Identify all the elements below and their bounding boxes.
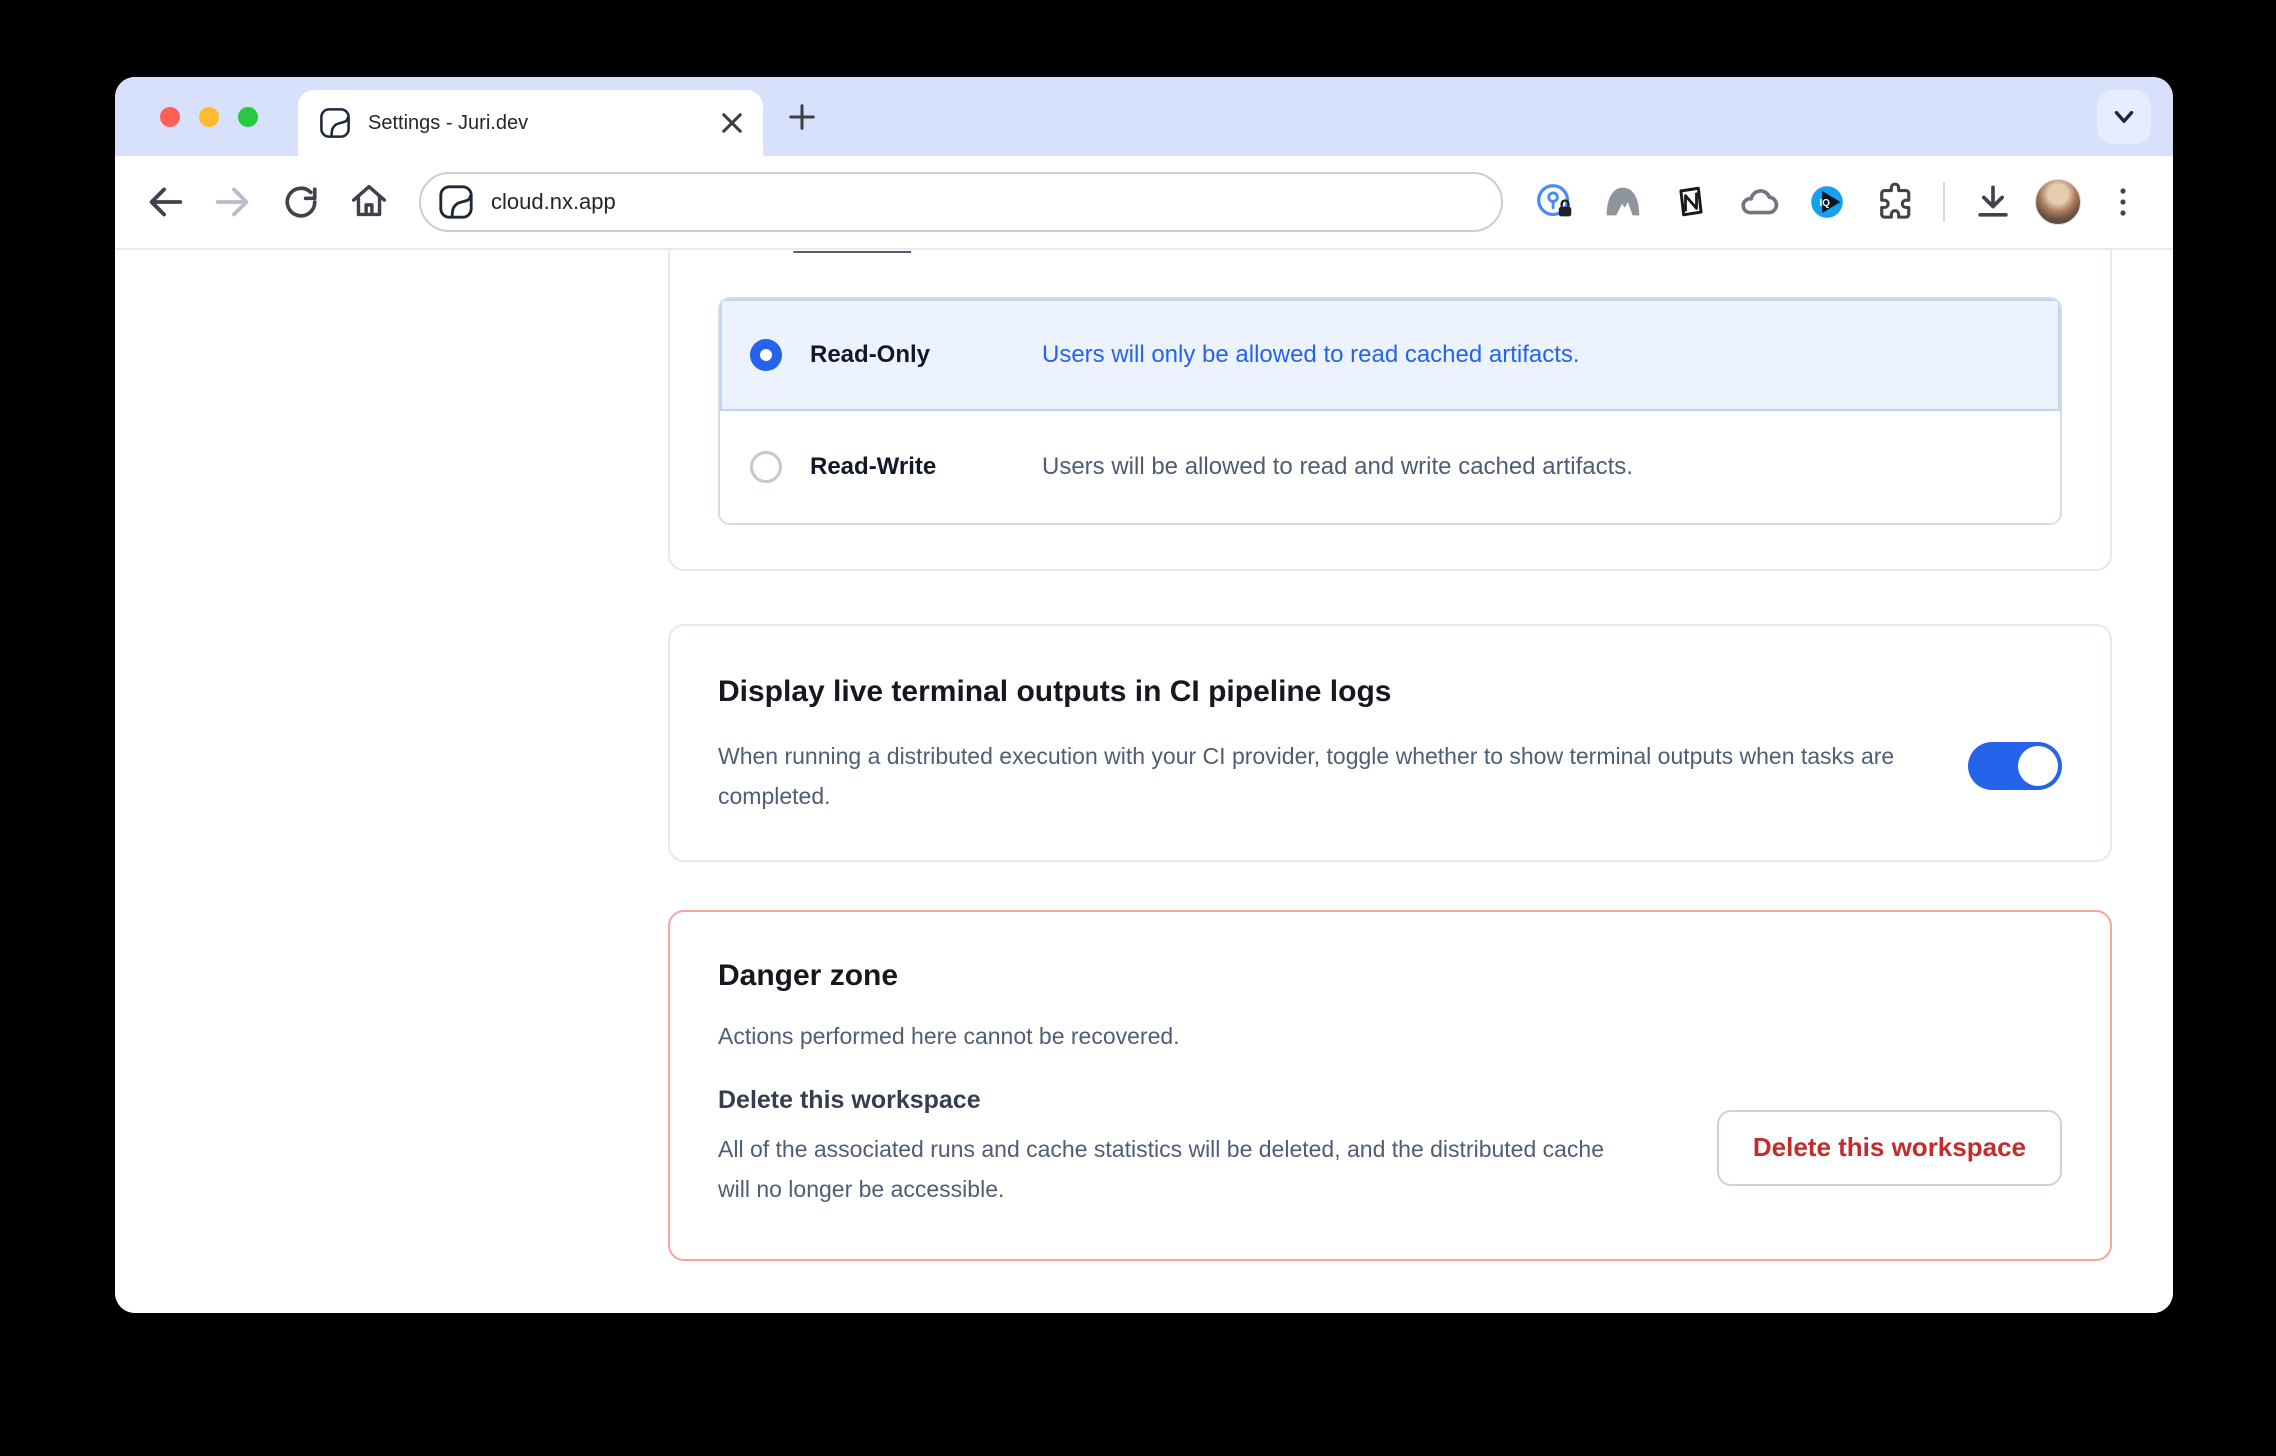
nx-site-icon: [437, 183, 475, 221]
minimize-window-button[interactable]: [199, 107, 219, 127]
option-read-write[interactable]: Read-Write Users will be allowed to read…: [720, 411, 2060, 523]
icloud-passwords-icon: [1736, 179, 1782, 225]
onepassword-extension-button[interactable]: [1529, 176, 1581, 228]
nordvpn-icon: [1600, 179, 1646, 225]
token-help-prefix: token?: [718, 250, 793, 254]
radio-unselected-icon[interactable]: [750, 451, 782, 483]
nx-favicon: [318, 106, 352, 140]
back-button[interactable]: [139, 176, 191, 228]
chevron-down-icon: [2109, 102, 2139, 132]
notion-extension-button[interactable]: [1665, 176, 1717, 228]
delete-workspace-button[interactable]: Delete this workspace: [1717, 1110, 2062, 1186]
option-description: Users will only be allowed to read cache…: [1042, 341, 1580, 369]
iq-player-icon: IQ: [1804, 179, 1850, 225]
forward-icon: [210, 179, 256, 225]
iq-player-extension-button[interactable]: IQ: [1801, 176, 1853, 228]
downloads-icon: [1971, 180, 2015, 224]
reload-icon: [279, 180, 323, 224]
url-text: cloud.nx.app: [491, 189, 616, 215]
extensions-button[interactable]: [1869, 176, 1921, 228]
page-content: token? Learn more. Read-Only Users will …: [115, 250, 2173, 1313]
option-label: Read-Write: [810, 453, 1042, 481]
card-title: Display live terminal outputs in CI pipe…: [718, 670, 2062, 714]
browser-window: Settings - Juri.dev: [115, 77, 2173, 1313]
browser-tab[interactable]: Settings - Juri.dev: [298, 90, 763, 156]
delete-workspace-block: Delete this workspace All of the associa…: [718, 1086, 1638, 1209]
radio-selected-icon[interactable]: [750, 339, 782, 371]
danger-zone-title: Danger zone: [718, 954, 2062, 998]
tab-search-button[interactable]: [2097, 90, 2151, 144]
icloud-passwords-extension-button[interactable]: [1733, 176, 1785, 228]
tab-close-icon[interactable]: [721, 112, 743, 134]
danger-zone-warning: Actions performed here cannot be recover…: [718, 1016, 2062, 1056]
tab-strip: Settings - Juri.dev: [115, 77, 2173, 156]
downloads-button[interactable]: [1967, 176, 2019, 228]
card-description: When running a distributed execution wit…: [718, 736, 1968, 816]
tab-title: Settings - Juri.dev: [368, 112, 721, 135]
delete-workspace-title: Delete this workspace: [718, 1086, 1638, 1115]
home-button[interactable]: [343, 176, 395, 228]
address-bar[interactable]: cloud.nx.app: [419, 172, 1503, 232]
danger-zone-card: Danger zone Actions performed here canno…: [668, 910, 2112, 1261]
option-description: Users will be allowed to read and write …: [1042, 453, 1633, 481]
traffic-lights: [160, 107, 258, 127]
option-read-only[interactable]: Read-Only Users will only be allowed to …: [720, 299, 2060, 411]
extensions-puzzle-icon: [1873, 180, 1917, 224]
back-icon: [142, 179, 188, 225]
toolbar-separator: [1943, 182, 1945, 222]
zoom-window-button[interactable]: [238, 107, 258, 127]
token-help-suffix: .: [911, 250, 917, 254]
token-help-text: token? Learn more.: [718, 250, 2062, 255]
onepassword-icon: [1532, 179, 1578, 225]
home-icon: [346, 179, 392, 225]
nordvpn-extension-button[interactable]: [1597, 176, 1649, 228]
terminal-outputs-toggle[interactable]: [1968, 742, 2062, 790]
terminal-outputs-card: Display live terminal outputs in CI pipe…: [668, 624, 2112, 862]
option-label: Read-Only: [810, 341, 1042, 369]
access-token-card: token? Learn more. Read-Only Users will …: [668, 250, 2112, 571]
forward-button[interactable]: [207, 176, 259, 228]
desktop-backdrop: { "browser": { "tab_title": "Settings - …: [0, 0, 2276, 1456]
new-tab-button[interactable]: [777, 92, 827, 142]
access-options-group: Read-Only Users will only be allowed to …: [718, 297, 2062, 525]
profile-avatar[interactable]: [2035, 179, 2081, 225]
delete-workspace-description: All of the associated runs and cache sta…: [718, 1129, 1638, 1209]
svg-text:IQ: IQ: [1819, 198, 1830, 209]
browser-menu-button[interactable]: [2097, 176, 2149, 228]
kebab-menu-icon: [2101, 180, 2145, 224]
learn-more-link[interactable]: Learn more: [793, 250, 911, 254]
notion-icon: [1669, 180, 1713, 224]
close-window-button[interactable]: [160, 107, 180, 127]
browser-toolbar: cloud.nx.app: [115, 156, 2173, 250]
reload-button[interactable]: [275, 176, 327, 228]
